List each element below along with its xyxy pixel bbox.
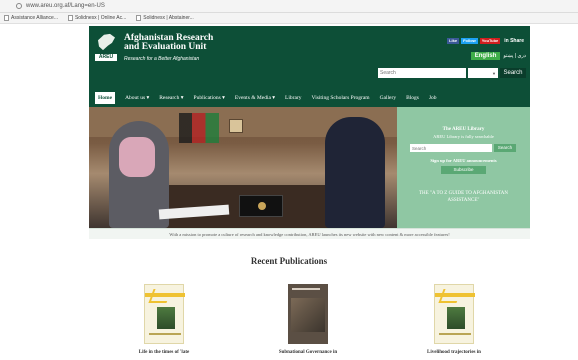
publication-title[interactable]: Life in the times of 'late bbox=[109, 350, 219, 355]
library-title: The AREU Library bbox=[442, 127, 485, 132]
search-button[interactable]: Search bbox=[500, 68, 526, 78]
bookmark-item[interactable]: Assistance Alliance... bbox=[4, 15, 58, 21]
recent-publications-heading: Recent Publications bbox=[250, 256, 328, 266]
publication-card[interactable] bbox=[288, 284, 328, 344]
site-header: AREU Afghanistan Research and Evaluation… bbox=[89, 26, 530, 89]
mission-text: With a mission to promote a culture of r… bbox=[169, 231, 450, 237]
cover-photo bbox=[157, 307, 175, 329]
english-language-button[interactable]: English bbox=[470, 52, 501, 60]
cover-ribbon bbox=[438, 289, 462, 303]
site-tagline: Research for a Better Afghanistan bbox=[124, 56, 200, 62]
language-switcher: English دری | پښتو bbox=[470, 52, 526, 60]
library-search-button[interactable]: Search bbox=[494, 144, 516, 152]
a-to-z-guide-link[interactable]: THE "A TO Z GUIDE TO AFGHANISTAN ASSISTA… bbox=[405, 191, 522, 204]
site-title[interactable]: Afghanistan Research and Evaluation Unit bbox=[124, 33, 213, 52]
logo-label: AREU bbox=[95, 54, 117, 61]
cover-photo bbox=[447, 307, 465, 329]
subscribe-button[interactable]: Subscribe bbox=[441, 166, 486, 174]
page-icon bbox=[4, 15, 9, 21]
globe-icon bbox=[16, 3, 22, 9]
cover-text-line bbox=[149, 333, 181, 335]
cover-text-line bbox=[292, 288, 320, 290]
afghanistan-map-icon bbox=[98, 33, 115, 51]
page-icon bbox=[136, 15, 142, 21]
nav-events-media[interactable]: Events & Media ▾ bbox=[235, 95, 275, 101]
seal-icon bbox=[258, 202, 266, 210]
twitter-follow-button[interactable]: Follow bbox=[461, 38, 478, 44]
dari-pashto-language-links[interactable]: دری | پښتو bbox=[503, 53, 526, 59]
hero-box bbox=[239, 195, 283, 217]
announcements-signup-label: Sign up for AREU announcements bbox=[430, 158, 497, 163]
hero-slider-image[interactable] bbox=[89, 107, 397, 228]
publication-card[interactable] bbox=[434, 284, 475, 344]
publication-cover[interactable] bbox=[434, 284, 475, 344]
facebook-like-button[interactable]: Like bbox=[447, 38, 460, 44]
nav-gallery[interactable]: Gallery bbox=[380, 95, 397, 101]
nav-research[interactable]: Research ▾ bbox=[159, 95, 183, 101]
hero-portrait bbox=[229, 119, 243, 133]
publication-cover[interactable] bbox=[144, 284, 185, 344]
nav-about-us[interactable]: About us ▾ bbox=[125, 95, 149, 101]
mission-banner: With a mission to promote a culture of r… bbox=[89, 228, 530, 239]
library-subtitle: AREU Library is fully searchable bbox=[433, 134, 494, 139]
main-nav: Home About us ▾ Research ▾ Publications … bbox=[89, 89, 530, 107]
search-scope-select[interactable]: ▼ bbox=[468, 68, 498, 78]
address-url[interactable]: www.areu.org.af/Lang=en-US bbox=[26, 3, 105, 9]
publication-title[interactable]: Subnational Governance in bbox=[253, 350, 363, 355]
nav-publications[interactable]: Publications ▾ bbox=[194, 95, 225, 101]
chevron-down-icon: ▼ bbox=[492, 71, 496, 76]
cover-photo bbox=[291, 298, 325, 332]
hero-flag bbox=[179, 113, 219, 143]
bookmark-item[interactable]: Solidnesx | Online Ac... bbox=[67, 15, 126, 21]
nav-home[interactable]: Home bbox=[95, 92, 116, 104]
site-title-line2: and Evaluation Unit bbox=[124, 42, 207, 52]
site-search: ▼ Search bbox=[378, 68, 526, 78]
publication-title[interactable]: Livelihood trajectories in bbox=[399, 350, 509, 355]
cover-text-line bbox=[439, 333, 471, 335]
nav-visiting-scholars[interactable]: Visiting Scholars Program bbox=[312, 95, 370, 101]
linkedin-share-button[interactable]: in Share bbox=[502, 38, 526, 44]
bookmarks-bar: Assistance Alliance... Solidnesx | Onlin… bbox=[0, 13, 578, 24]
nav-blogs[interactable]: Blogs bbox=[406, 95, 419, 101]
social-links: Like Follow YouTube in Share bbox=[447, 38, 526, 44]
nav-library[interactable]: Library bbox=[285, 95, 302, 101]
publication-card[interactable] bbox=[144, 284, 185, 344]
library-panel: The AREU Library AREU Library is fully s… bbox=[397, 107, 530, 228]
search-input[interactable] bbox=[378, 68, 466, 78]
bookmark-item[interactable]: Solidnesx | Abstainer... bbox=[136, 15, 194, 21]
page-icon bbox=[67, 15, 73, 21]
hero-man-figure bbox=[325, 117, 385, 228]
address-bar[interactable]: www.areu.org.af/Lang=en-US bbox=[0, 0, 578, 13]
areu-logo[interactable]: AREU bbox=[93, 32, 119, 62]
library-search-input[interactable] bbox=[410, 144, 492, 152]
youtube-button[interactable]: YouTube bbox=[479, 38, 501, 44]
cover-ribbon bbox=[148, 289, 172, 303]
hero-scarf bbox=[119, 137, 155, 177]
nav-job[interactable]: Job bbox=[429, 95, 437, 101]
publication-cover[interactable] bbox=[288, 284, 328, 344]
